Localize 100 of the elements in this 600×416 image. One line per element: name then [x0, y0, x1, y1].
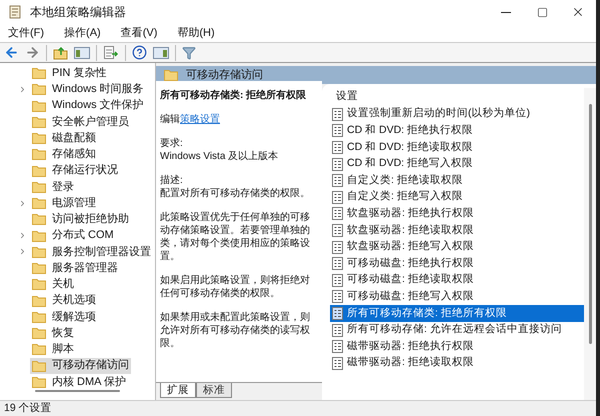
edit-label: 编辑: [160, 113, 180, 126]
folder-icon: [32, 262, 46, 274]
setting-row[interactable]: 可移动磁盘: 拒绝执行权限: [330, 255, 584, 272]
forward-icon[interactable]: [25, 45, 40, 60]
header-title: 可移动存储访问: [186, 68, 263, 83]
tree-item[interactable]: 访问被拒绝协助: [30, 211, 131, 228]
document-icon: [332, 340, 343, 354]
document-icon: [332, 190, 343, 204]
tree-item[interactable]: 服务控制管理器设置: [30, 244, 153, 260]
maximize-icon: [536, 6, 548, 18]
tree-item[interactable]: 登录: [30, 178, 76, 195]
document-icon: [332, 108, 343, 121]
description-paragraph: 如果启用此策略设置，则将拒绝对任何可移动存储类的权限。: [160, 274, 311, 300]
menu-item[interactable]: 文件(F): [4, 28, 48, 38]
folder-icon: [32, 278, 46, 290]
folder-icon: [32, 67, 46, 80]
tree-item[interactable]: 缓解选项: [30, 308, 98, 325]
folder-icon: [32, 327, 46, 340]
folder-icon: [32, 310, 46, 323]
setting-row[interactable]: CD 和 DVD: 拒绝执行权限: [330, 122, 584, 140]
document-icon: [332, 140, 343, 154]
document-icon: [332, 224, 343, 237]
setting-row[interactable]: 自定义类: 拒绝写入权限: [330, 188, 584, 206]
scrollbar[interactable]: [588, 104, 592, 344]
window-title: 本地组策略编辑器: [30, 4, 126, 21]
setting-row[interactable]: 软盘驱动器: 拒绝写入权限: [330, 238, 584, 256]
folder-icon: [32, 197, 46, 210]
description-label: 描述:: [160, 174, 184, 187]
folder-icon: [32, 294, 46, 307]
export-list-icon[interactable]: [103, 46, 119, 60]
document-icon: [332, 240, 343, 254]
expand-chevron-icon[interactable]: [18, 84, 27, 94]
tree-item[interactable]: 存储运行状况: [30, 162, 120, 179]
back-icon[interactable]: [4, 45, 19, 60]
document-icon: [332, 158, 343, 171]
menu-item[interactable]: 查看(V): [116, 28, 162, 38]
setting-row[interactable]: 所有可移动存储: 允许在远程会话中直接访问: [330, 322, 584, 338]
tree-item[interactable]: 存储感知: [30, 146, 98, 162]
menu-item[interactable]: 操作(A): [60, 28, 105, 38]
tree-item[interactable]: 关机: [30, 276, 76, 292]
view-tab[interactable]: 扩展: [160, 383, 196, 398]
tree-item[interactable]: 分布式 COM: [30, 228, 116, 244]
setting-row[interactable]: 磁带驱动器: 拒绝读取权限: [330, 354, 584, 372]
setting-row[interactable]: CD 和 DVD: 拒绝写入权限: [330, 156, 584, 172]
folder-icon: [32, 132, 46, 144]
tree-item[interactable]: 磁盘配额: [30, 130, 98, 146]
setting-row[interactable]: 软盘驱动器: 拒绝读取权限: [330, 222, 584, 239]
setting-row[interactable]: 软盘驱动器: 拒绝执行权限: [330, 206, 584, 222]
folder-icon: [32, 343, 46, 356]
folder-icon: [32, 148, 46, 160]
tree-item[interactable]: Windows 时间服务: [30, 81, 146, 98]
document-icon: [332, 124, 343, 138]
folder-icon: [32, 360, 46, 372]
setting-row[interactable]: 所有可移动存储类: 拒绝所有权限: [330, 305, 584, 322]
document-icon: [332, 290, 343, 304]
folder-icon: [32, 164, 46, 177]
help-icon[interactable]: [132, 45, 147, 60]
setting-row[interactable]: 可移动磁盘: 拒绝写入权限: [330, 288, 584, 306]
description-paragraph: 此策略设置优先于任何单独的可移动存储策略设置。若要管理单独的类，请对每个类使用相应的策略设置。: [160, 211, 311, 263]
policy-settings-link[interactable]: 策略设置: [180, 113, 220, 126]
folder-icon: [32, 83, 46, 96]
status-text: 19 个设置: [4, 400, 52, 416]
menu-item[interactable]: 帮助(H): [173, 28, 219, 38]
action-pane-icon[interactable]: [153, 46, 169, 60]
document-icon: [332, 274, 343, 287]
tree-item[interactable]: 恢复: [30, 325, 76, 342]
folder-icon: [32, 116, 46, 128]
settings-column-header[interactable]: 设置: [330, 88, 584, 106]
document-icon: [332, 306, 343, 320]
tree-item[interactable]: 脚本: [30, 341, 76, 358]
tree-item[interactable]: 安全帐户管理员: [30, 114, 131, 130]
tree-item[interactable]: 服务器管理器: [30, 260, 120, 276]
folder-icon: [32, 246, 46, 258]
description-paragraph: 配置对所有可移动存储类的权限。: [160, 187, 311, 200]
document-icon: [332, 174, 343, 188]
folder-icon: [32, 100, 46, 112]
requirements-label: 要求:: [160, 137, 184, 150]
folder-icon: [32, 180, 46, 193]
folder-up-icon[interactable]: [53, 46, 68, 60]
setting-row[interactable]: 设置强制重新启动的时间(以秒为单位): [330, 106, 584, 123]
tree-item[interactable]: 电源管理: [30, 195, 98, 212]
document-icon: [332, 207, 343, 220]
tree-item[interactable]: 关机选项: [30, 292, 98, 309]
requirements-text: Windows Vista 及以上版本: [160, 150, 280, 163]
policy-title: 所有可移动存储类: 拒绝所有权限: [160, 89, 308, 102]
tree-item[interactable]: 可移动存储访问: [30, 358, 131, 374]
document-icon: [332, 324, 343, 337]
description-paragraph: 如果禁用或未配置此策略设置，则允许对所有可移动存储类的读写权限。: [160, 311, 311, 350]
setting-row[interactable]: CD 和 DVD: 拒绝读取权限: [330, 139, 584, 156]
view-tab[interactable]: 标准: [196, 383, 232, 398]
tree-item[interactable]: PIN 复杂性: [30, 65, 108, 82]
horizontal-scrollbar[interactable]: [35, 390, 120, 392]
setting-row[interactable]: 自定义类: 拒绝读取权限: [330, 172, 584, 189]
tree-item[interactable]: Windows 文件保护: [30, 98, 146, 114]
tree-item[interactable]: 内核 DMA 保护: [30, 374, 128, 390]
expand-chevron-icon[interactable]: [18, 198, 27, 208]
setting-row[interactable]: 磁带驱动器: 拒绝执行权限: [330, 338, 584, 355]
filter-icon[interactable]: [182, 46, 196, 60]
setting-row[interactable]: 可移动磁盘: 拒绝读取权限: [330, 272, 584, 289]
pane-toggle-icon[interactable]: [74, 46, 90, 60]
